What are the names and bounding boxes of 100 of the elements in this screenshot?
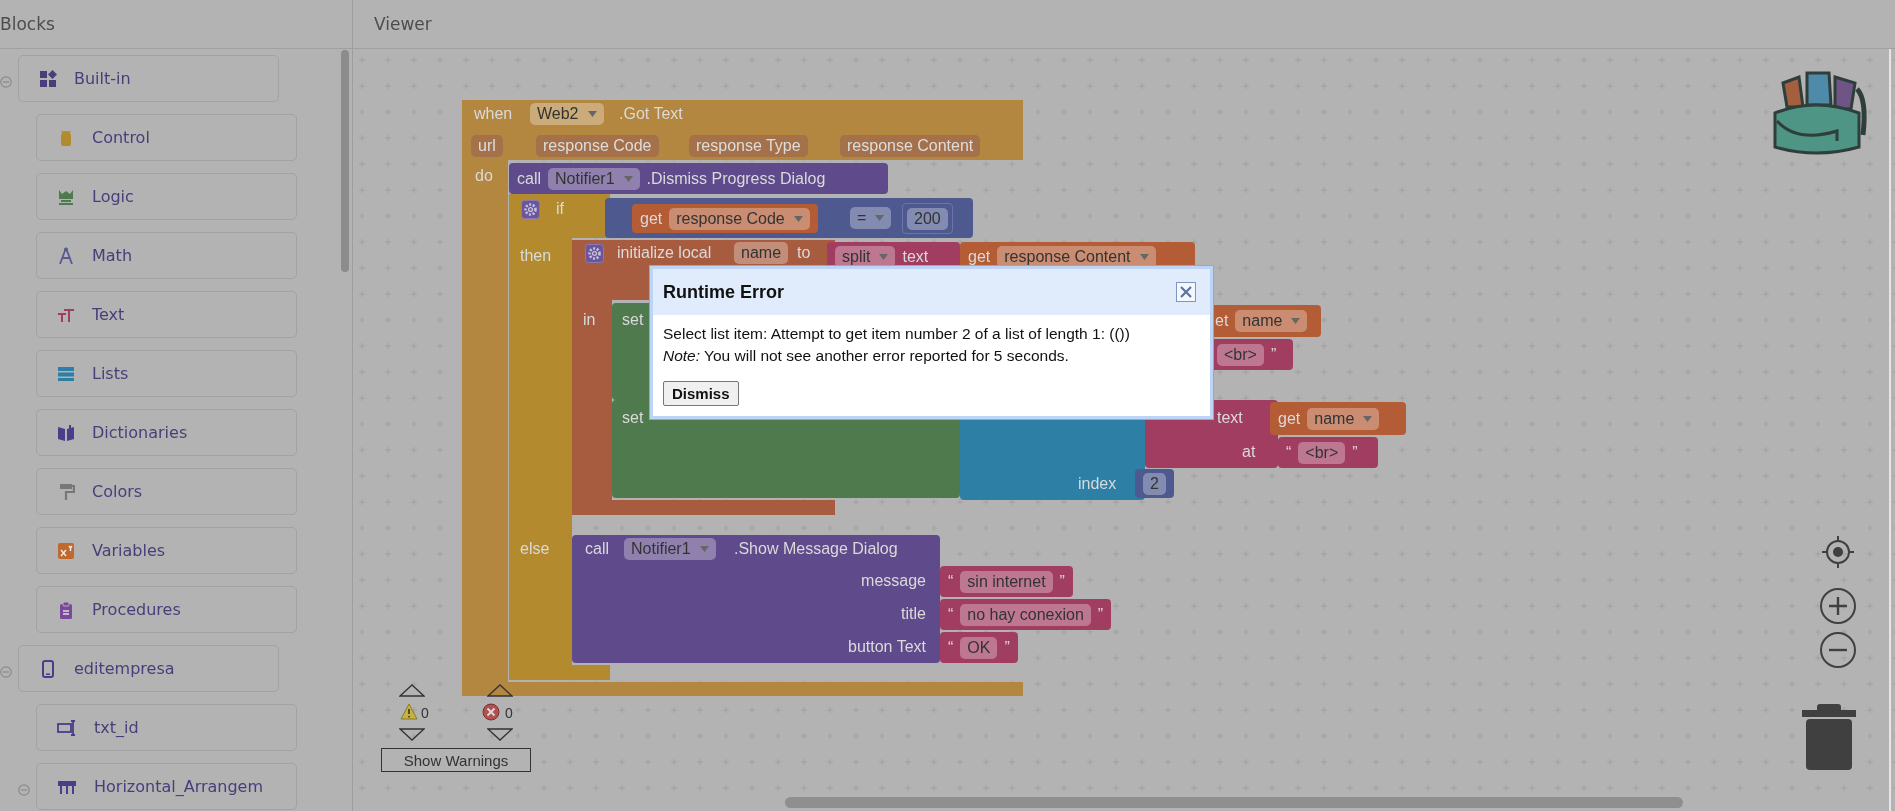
component-dropdown[interactable]: Notifier1 <box>548 167 640 190</box>
gear-icon[interactable] <box>521 200 540 219</box>
block-label: initialize local <box>617 243 712 263</box>
text-field[interactable]: sin internet <box>960 570 1053 593</box>
block-label: “ <box>948 605 954 624</box>
caret-up-icon[interactable] <box>487 684 513 697</box>
block-label: set <box>622 310 644 330</box>
component-dropdown[interactable]: Notifier1 <box>624 538 716 560</box>
clipboard-icon <box>57 600 75 619</box>
parameter-field[interactable]: url <box>471 135 503 157</box>
warning-icon <box>400 703 418 720</box>
variable-dropdown[interactable]: name <box>1307 407 1380 430</box>
block-label: do <box>475 166 493 186</box>
tree-item[interactable]: Built-in <box>18 55 279 102</box>
variable-name-field[interactable]: name <box>734 242 789 264</box>
caret-down-icon[interactable] <box>399 728 425 741</box>
book-icon <box>57 423 75 442</box>
text-field[interactable]: no hay conexion <box>960 603 1091 626</box>
dropdown-arrow-icon[interactable] <box>879 254 889 260</box>
gear-icon[interactable] <box>585 244 604 263</box>
block-label: ” <box>1097 605 1104 624</box>
block-label: ” <box>1270 345 1277 364</box>
block-label: .Dismiss Progress Dialog <box>646 169 826 188</box>
variable-icon <box>57 541 75 560</box>
block-label: in <box>583 310 596 330</box>
dialog-title: Runtime Error <box>663 281 785 303</box>
collapse-icon[interactable] <box>18 783 30 796</box>
dropdown-arrow-icon[interactable] <box>793 215 803 222</box>
list-icon <box>57 364 75 383</box>
paint-roller-icon <box>57 482 75 501</box>
text-field[interactable]: OK <box>960 636 998 659</box>
tree-item[interactable]: Text <box>36 291 297 338</box>
dropdown-arrow-icon[interactable] <box>1139 254 1149 260</box>
crosshair-icon[interactable] <box>1821 535 1855 569</box>
dropdown-arrow-icon[interactable] <box>1291 318 1301 324</box>
scrollbar[interactable] <box>785 797 1683 808</box>
block-label: et <box>1215 312 1229 330</box>
show-warnings-button[interactable]: Show Warnings <box>381 748 531 772</box>
block-label: call <box>517 169 541 188</box>
panel-title: Viewer <box>374 14 432 34</box>
operator-dropdown[interactable]: = <box>850 207 892 229</box>
dropdown-arrow-icon[interactable] <box>587 111 597 117</box>
parameter-field[interactable]: response Content <box>840 135 981 157</box>
scrollbar[interactable] <box>341 50 349 272</box>
zoom-out-icon[interactable] <box>1819 631 1857 669</box>
tree-item[interactable]: Variables <box>36 527 297 574</box>
caret-up-icon[interactable] <box>399 684 425 697</box>
dropdown-arrow-icon[interactable] <box>623 175 633 182</box>
tree-item[interactable]: Procedures <box>36 586 297 633</box>
block-label: “ <box>1286 443 1292 462</box>
tree-item[interactable]: Logic <box>36 173 297 220</box>
dropdown-arrow-icon[interactable] <box>699 546 709 552</box>
warning-count: 0 <box>421 705 429 721</box>
tree-item[interactable]: Control <box>36 114 297 161</box>
block-label: to <box>797 243 811 263</box>
tree-item[interactable]: editempresa <box>18 645 279 692</box>
block-label: else <box>520 539 550 559</box>
variable-dropdown[interactable]: name <box>1235 310 1308 332</box>
block-label: when <box>474 104 513 124</box>
panel-title: Blocks <box>0 14 55 34</box>
block-label: get <box>968 248 991 266</box>
note-text: Note: You will not see another error reported for 5 seconds. <box>663 346 1070 366</box>
block-label: message <box>861 571 926 591</box>
dismiss-button[interactable]: Dismiss <box>663 381 739 406</box>
block-label: if <box>556 199 564 219</box>
tree-item[interactable]: Lists <box>36 350 297 397</box>
component-dropdown[interactable]: Web2 <box>530 103 604 125</box>
text-field[interactable]: <br> <box>1217 343 1264 366</box>
error-message: Select list item: Attempt to get item number 2 of a list of length 1: (()) <box>663 324 1131 344</box>
caret-down-icon[interactable] <box>487 728 513 741</box>
tree-item[interactable]: txt_id <box>36 704 297 751</box>
number-field[interactable]: 2 <box>1143 472 1166 495</box>
block-label: get <box>640 209 663 228</box>
text-field[interactable]: <br> <box>1298 441 1346 464</box>
trash-icon[interactable] <box>1802 703 1856 771</box>
parameter-field[interactable]: response Code <box>536 135 659 157</box>
collapse-icon[interactable] <box>0 665 12 678</box>
tree-item[interactable]: Dictionaries <box>36 409 297 456</box>
error-icon <box>482 703 500 721</box>
variable-dropdown[interactable]: response Code <box>669 207 810 230</box>
block-label: call <box>585 539 609 559</box>
dropdown-arrow-icon[interactable] <box>1363 415 1373 422</box>
block-label: title <box>901 604 926 624</box>
block-label: set <box>622 408 644 428</box>
blocks-icon <box>39 69 57 88</box>
text-box-icon <box>57 718 77 737</box>
block-label: ” <box>1352 443 1358 462</box>
tree-item[interactable]: Math <box>36 232 297 279</box>
block-label: then <box>520 246 552 266</box>
tree-item[interactable]: Colors <box>36 468 297 515</box>
block-label: button Text <box>848 637 926 657</box>
block-label: ” <box>1004 638 1010 657</box>
number-field[interactable]: 200 <box>907 207 948 230</box>
collapse-icon[interactable] <box>0 75 12 88</box>
block-label: get <box>1278 409 1301 428</box>
parameter-field[interactable]: response Type <box>689 135 808 157</box>
dropdown-arrow-icon[interactable] <box>875 215 885 221</box>
zoom-in-icon[interactable] <box>1819 587 1857 625</box>
block-label: text <box>1217 408 1243 428</box>
tree-item[interactable]: Horizontal_Arrangem <box>36 763 297 810</box>
